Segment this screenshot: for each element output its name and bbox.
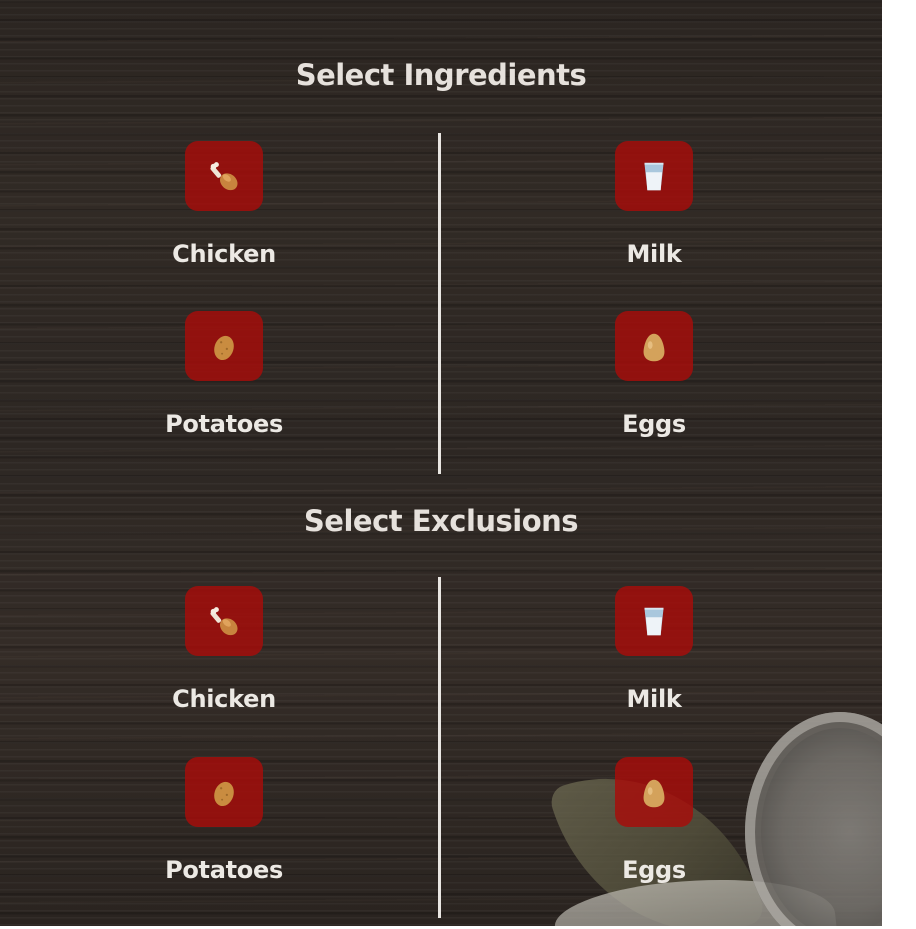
chicken-drumstick-icon [210, 607, 238, 636]
ingredient-chicken-label: Chicken [172, 240, 276, 268]
ingredient-eggs[interactable]: Eggs [554, 311, 754, 461]
ingredient-potatoes-button[interactable] [185, 311, 263, 381]
exclusion-milk-button[interactable] [615, 586, 693, 656]
ingredients-divider [438, 133, 441, 474]
exclusion-chicken[interactable]: Chicken [124, 586, 324, 736]
exclusion-eggs-button[interactable] [615, 757, 693, 827]
ingredient-potatoes-label: Potatoes [165, 410, 283, 438]
potato-icon [214, 781, 234, 807]
wood-background: Select Ingredients Chicken Milk Potatoes… [0, 0, 882, 926]
exclusion-milk-label: Milk [626, 685, 682, 713]
ingredients-title: Select Ingredients [295, 58, 587, 92]
chicken-drumstick-icon [210, 162, 238, 191]
milk-glass-icon [644, 607, 664, 636]
potato-icon [214, 335, 234, 361]
exclusion-potatoes-button[interactable] [185, 757, 263, 827]
exclusion-chicken-button[interactable] [185, 586, 263, 656]
ingredient-potatoes[interactable]: Potatoes [124, 311, 324, 461]
exclusion-chicken-label: Chicken [172, 685, 276, 713]
ingredient-milk-label: Milk [626, 240, 682, 268]
ingredient-chicken[interactable]: Chicken [124, 141, 324, 291]
exclusion-eggs[interactable]: Eggs [554, 757, 754, 907]
egg-icon [643, 333, 665, 362]
milk-glass-icon [644, 162, 664, 191]
ingredient-milk-button[interactable] [615, 141, 693, 211]
ingredient-milk[interactable]: Milk [554, 141, 754, 291]
exclusion-potatoes-label: Potatoes [165, 856, 283, 884]
exclusions-title: Select Exclusions [303, 504, 579, 538]
ingredient-eggs-button[interactable] [615, 311, 693, 381]
ingredient-eggs-label: Eggs [622, 410, 686, 438]
exclusion-milk[interactable]: Milk [554, 586, 754, 736]
exclusions-divider [438, 577, 441, 918]
egg-icon [643, 779, 665, 808]
bowl-decoration [745, 712, 882, 926]
exclusion-eggs-label: Eggs [622, 856, 686, 884]
exclusion-potatoes[interactable]: Potatoes [124, 757, 324, 907]
ingredient-chicken-button[interactable] [185, 141, 263, 211]
